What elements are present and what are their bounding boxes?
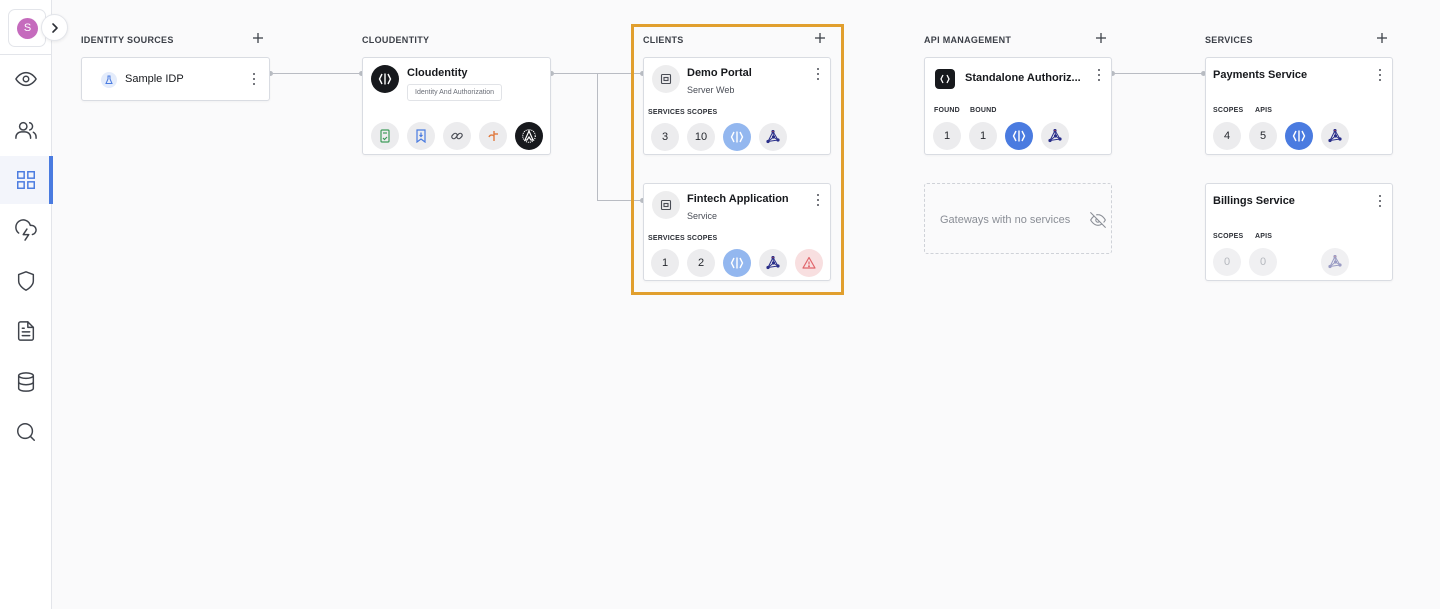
client-type: Server Web <box>687 85 735 95</box>
column-title-services: SERVICES <box>1205 35 1253 45</box>
plugin-icon[interactable] <box>479 122 507 150</box>
stat-label: BOUND <box>970 107 997 114</box>
users-icon <box>15 121 37 139</box>
client-name: Fintech Application <box>687 193 789 205</box>
bookmark-download-icon[interactable] <box>407 122 435 150</box>
stat-label: SCOPES <box>1213 107 1244 114</box>
client-type: Service <box>687 211 718 221</box>
connector-line <box>1112 73 1205 74</box>
column-title-identity-sources: IDENTITY SOURCES <box>81 35 174 45</box>
warning-icon[interactable] <box>795 249 823 277</box>
gateway-logo-icon <box>935 69 955 89</box>
graph-network-icon[interactable] <box>1041 122 1069 150</box>
stat-label: SERVICES <box>648 235 685 242</box>
graph-network-icon[interactable] <box>1321 122 1349 150</box>
scopes-count[interactable]: 2 <box>687 249 715 277</box>
expand-sidebar-button[interactable] <box>41 14 68 41</box>
stat-label: SCOPES <box>687 235 718 242</box>
gateway-name: Standalone Authoriz... <box>965 72 1081 84</box>
sidebar-item-database[interactable] <box>0 358 52 406</box>
graph-network-icon[interactable] <box>759 249 787 277</box>
client-name: Demo Portal <box>687 67 752 79</box>
stat-label: SCOPES <box>687 109 718 116</box>
more-options-icon[interactable] <box>1376 69 1384 83</box>
service-name: Payments Service <box>1213 69 1308 81</box>
service-name: Billings Service <box>1213 195 1295 207</box>
found-count[interactable]: 1 <box>933 122 961 150</box>
client-card[interactable]: Demo Portal Server Web SERVICES SCOPES 3… <box>643 57 831 155</box>
document-check-icon[interactable] <box>371 122 399 150</box>
more-options-icon[interactable] <box>1376 195 1384 209</box>
more-options-icon[interactable] <box>1095 69 1103 83</box>
stat-label: SERVICES <box>648 109 685 116</box>
graph-network-icon[interactable] <box>759 123 787 151</box>
cloud-lightning-icon <box>15 219 37 241</box>
add-service-icon[interactable] <box>1374 30 1390 46</box>
cloudentity-name: Cloudentity <box>407 67 468 79</box>
connector-line <box>597 73 598 201</box>
client-app-icon <box>652 191 680 219</box>
database-icon <box>17 372 35 392</box>
column-title-api-management: API MANAGEMENT <box>924 35 1012 45</box>
eye-off-icon[interactable] <box>1090 212 1106 228</box>
apis-count[interactable]: 5 <box>1249 122 1277 150</box>
code-icon[interactable] <box>723 249 751 277</box>
identity-source-card[interactable]: Sample IDP <box>81 57 270 101</box>
avatar[interactable]: S <box>17 18 38 39</box>
spaceship-badge-icon[interactable] <box>515 122 543 150</box>
sidebar-item-documents[interactable] <box>0 307 52 355</box>
sidebar-item-security[interactable] <box>0 257 52 305</box>
service-card[interactable]: Billings Service SCOPES APIS 0 0 <box>1205 183 1393 281</box>
gateways-empty-card: Gateways with no services <box>924 183 1112 254</box>
add-gateway-icon[interactable] <box>1093 30 1109 46</box>
sidebar-item-users[interactable] <box>0 106 52 154</box>
sidebar-item-overview[interactable] <box>0 55 52 103</box>
stat-label: APIS <box>1255 107 1273 114</box>
stat-label: FOUND <box>934 107 960 114</box>
cloudentity-tag: Identity And Authorization <box>407 84 502 101</box>
eye-icon <box>15 71 37 87</box>
sidebar-item-dashboard[interactable] <box>0 156 53 204</box>
more-options-icon[interactable] <box>250 73 258 87</box>
more-options-icon[interactable] <box>814 68 822 82</box>
apis-count[interactable]: 0 <box>1249 248 1277 276</box>
shield-icon <box>17 271 35 291</box>
identity-source-name: Sample IDP <box>125 73 184 85</box>
cloudentity-card[interactable]: Cloudentity Identity And Authorization <box>362 57 551 155</box>
add-client-icon[interactable] <box>812 30 828 46</box>
column-title-clients: CLIENTS <box>643 35 684 45</box>
sidebar-item-automation[interactable] <box>0 206 52 254</box>
cloudentity-logo-icon <box>371 65 399 93</box>
graph-network-icon[interactable] <box>1321 248 1349 276</box>
gateway-card[interactable]: Standalone Authoriz... FOUND BOUND 1 1 <box>924 57 1112 155</box>
search-icon <box>17 423 35 441</box>
sidebar-item-search[interactable] <box>0 408 52 456</box>
scopes-count[interactable]: 10 <box>687 123 715 151</box>
scopes-count[interactable]: 0 <box>1213 248 1241 276</box>
client-app-icon <box>652 65 680 93</box>
document-icon <box>17 321 35 341</box>
idp-icon <box>101 72 117 88</box>
scopes-count[interactable]: 4 <box>1213 122 1241 150</box>
add-identity-source-icon[interactable] <box>250 30 266 46</box>
empty-gateways-text: Gateways with no services <box>940 214 1071 226</box>
connector-line <box>270 73 362 74</box>
sidebar: S <box>0 0 53 609</box>
column-title-cloudentity: CLOUDENTITY <box>362 35 430 45</box>
bound-count[interactable]: 1 <box>969 122 997 150</box>
link-icon[interactable] <box>443 122 471 150</box>
client-card[interactable]: Fintech Application Service SERVICES SCO… <box>643 183 831 281</box>
grid-icon <box>17 171 35 189</box>
more-options-icon[interactable] <box>814 194 822 208</box>
stat-label: APIS <box>1255 233 1273 240</box>
services-count[interactable]: 1 <box>651 249 679 277</box>
stat-label: SCOPES <box>1213 233 1244 240</box>
service-card[interactable]: Payments Service SCOPES APIS 4 5 <box>1205 57 1393 155</box>
chevron-right-icon <box>52 23 58 33</box>
code-icon[interactable] <box>1285 122 1313 150</box>
code-icon[interactable] <box>1005 122 1033 150</box>
code-icon[interactable] <box>723 123 751 151</box>
services-count[interactable]: 3 <box>651 123 679 151</box>
